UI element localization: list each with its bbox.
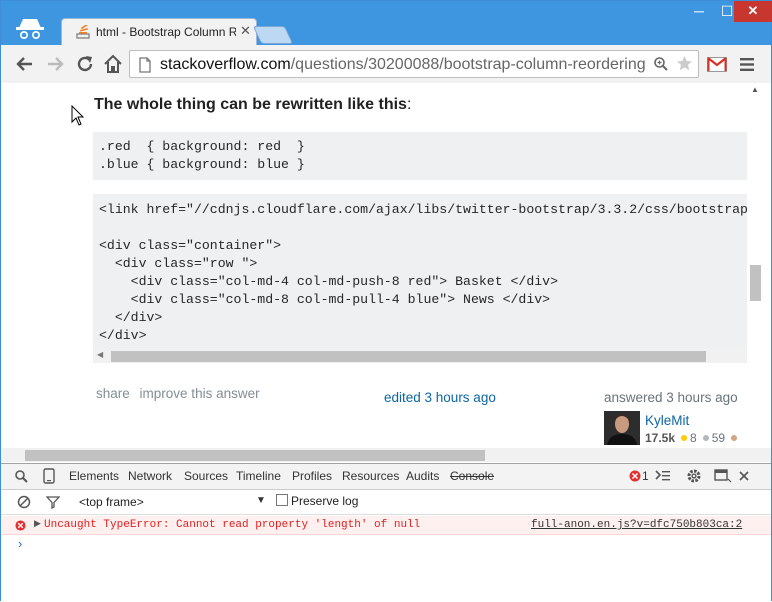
inspect-element-icon[interactable]: [14, 469, 28, 483]
stackoverflow-favicon-icon: [76, 25, 90, 39]
preserve-log-label: Preserve log: [291, 494, 359, 508]
page-hscroll-thumb[interactable]: [25, 450, 485, 461]
preserve-log-option[interactable]: Preserve log: [276, 494, 358, 508]
error-count-icon[interactable]: [629, 470, 641, 482]
browser-tab[interactable]: html - Bootstrap Column R ✕: [61, 18, 257, 45]
page-vertical-scrollbar[interactable]: ▲: [747, 83, 763, 449]
console-filter-bar: <top frame> ▼ Preserve log: [1, 490, 771, 515]
devtools-tab-bar: Elements Network Sources Timeline Profil…: [1, 464, 771, 490]
minimize-button[interactable]: ─: [685, 1, 713, 22]
answer-heading: The whole thing can be rewritten like th…: [94, 96, 412, 113]
console-error-row[interactable]: ▶ Uncaught TypeError: Cannot read proper…: [1, 516, 771, 535]
browser-window: html - Bootstrap Column R ✕ ─ ☐ ✕ stacko…: [0, 0, 772, 602]
error-source-link[interactable]: full-anon.en.js?v=dfc750b803ca:2: [531, 519, 742, 531]
scroll-up-icon[interactable]: ▲: [751, 85, 759, 94]
user-avatar[interactable]: [604, 411, 640, 445]
reload-icon[interactable]: [74, 53, 96, 75]
share-link[interactable]: share: [96, 386, 130, 401]
close-devtools-icon[interactable]: [739, 471, 749, 481]
close-window-button[interactable]: ✕: [734, 1, 772, 22]
filter-icon[interactable]: [46, 495, 60, 509]
tab-resources[interactable]: Resources: [342, 469, 399, 483]
device-mode-icon[interactable]: [43, 468, 55, 484]
page-icon: [139, 57, 151, 73]
css-code-block: .red { background: red } .blue { backgro…: [93, 132, 747, 180]
error-message: Uncaught TypeError: Cannot read property…: [44, 519, 421, 531]
code-scrollbar-thumb[interactable]: [111, 351, 706, 362]
page-horizontal-scrollbar[interactable]: [1, 448, 771, 462]
url-text: stackoverflow.com/questions/30200088/boo…: [160, 56, 646, 73]
browser-toolbar: stackoverflow.com/questions/30200088/boo…: [1, 45, 771, 84]
clear-console-icon[interactable]: [17, 495, 31, 509]
silver-badge-icon: [702, 435, 709, 442]
frame-selector[interactable]: <top frame>: [79, 495, 144, 509]
gmail-extension-icon[interactable]: [707, 57, 727, 72]
tab-network[interactable]: Network: [128, 469, 172, 483]
address-bar[interactable]: stackoverflow.com/questions/30200088/boo…: [129, 50, 699, 78]
edited-link[interactable]: edited 3 hours ago: [384, 390, 496, 405]
gold-badge-count: 8: [690, 431, 697, 445]
code-horizontal-scrollbar[interactable]: ◀: [93, 349, 747, 363]
new-tab-button[interactable]: [252, 26, 294, 44]
scroll-left-icon[interactable]: ◀: [97, 350, 103, 359]
incognito-icon: [16, 19, 44, 39]
forward-arrow-icon[interactable]: [44, 53, 66, 75]
dock-side-icon[interactable]: [714, 469, 732, 483]
tab-close-icon[interactable]: ✕: [240, 23, 251, 39]
tab-timeline[interactable]: Timeline: [236, 469, 281, 483]
settings-gear-icon[interactable]: [686, 468, 702, 484]
tab-elements[interactable]: Elements: [69, 469, 119, 483]
post-menu: share improve this answer: [96, 386, 266, 401]
tab-audits[interactable]: Audits: [406, 469, 439, 483]
bookmark-star-icon[interactable]: [676, 55, 693, 72]
improve-answer-link[interactable]: improve this answer: [140, 386, 260, 401]
console-drawer-icon[interactable]: [655, 469, 671, 483]
expand-triangle-icon[interactable]: ▶: [34, 518, 41, 529]
preserve-log-checkbox[interactable]: [276, 494, 288, 506]
page-content: The whole thing can be rewritten like th…: [1, 83, 771, 463]
error-icon: [15, 520, 26, 531]
zoom-icon[interactable]: [653, 56, 669, 72]
tab-sources[interactable]: Sources: [184, 469, 228, 483]
tab-console[interactable]: Console: [450, 469, 494, 483]
devtools-panel: Elements Network Sources Timeline Profil…: [1, 463, 771, 602]
back-arrow-icon[interactable]: [14, 53, 36, 75]
gold-badge-icon: [681, 435, 688, 442]
answered-time: answered 3 hours ago: [604, 390, 738, 405]
menu-icon[interactable]: [739, 57, 755, 72]
user-reputation: 17.5k 8 59: [645, 431, 740, 445]
home-icon[interactable]: [102, 53, 124, 75]
page-scrollbar-thumb[interactable]: [750, 265, 761, 301]
frame-dropdown-arrow-icon[interactable]: ▼: [256, 495, 266, 506]
tab-title: html - Bootstrap Column R: [96, 25, 236, 39]
silver-badge-count: 59: [711, 431, 726, 445]
reputation-score: 17.5k: [645, 431, 676, 445]
title-bar: html - Bootstrap Column R ✕ ─ ☐ ✕: [1, 1, 772, 45]
error-count: 1: [642, 469, 649, 483]
user-name-link[interactable]: KyleMit: [645, 413, 689, 428]
console-prompt[interactable]: ›: [18, 536, 22, 551]
html-code-block: <link href="//cdnjs.cloudflare.com/ajax/…: [93, 194, 747, 349]
bronze-badge-icon: [731, 435, 738, 442]
mouse-cursor-icon: [71, 105, 85, 126]
tab-profiles[interactable]: Profiles: [292, 469, 332, 483]
